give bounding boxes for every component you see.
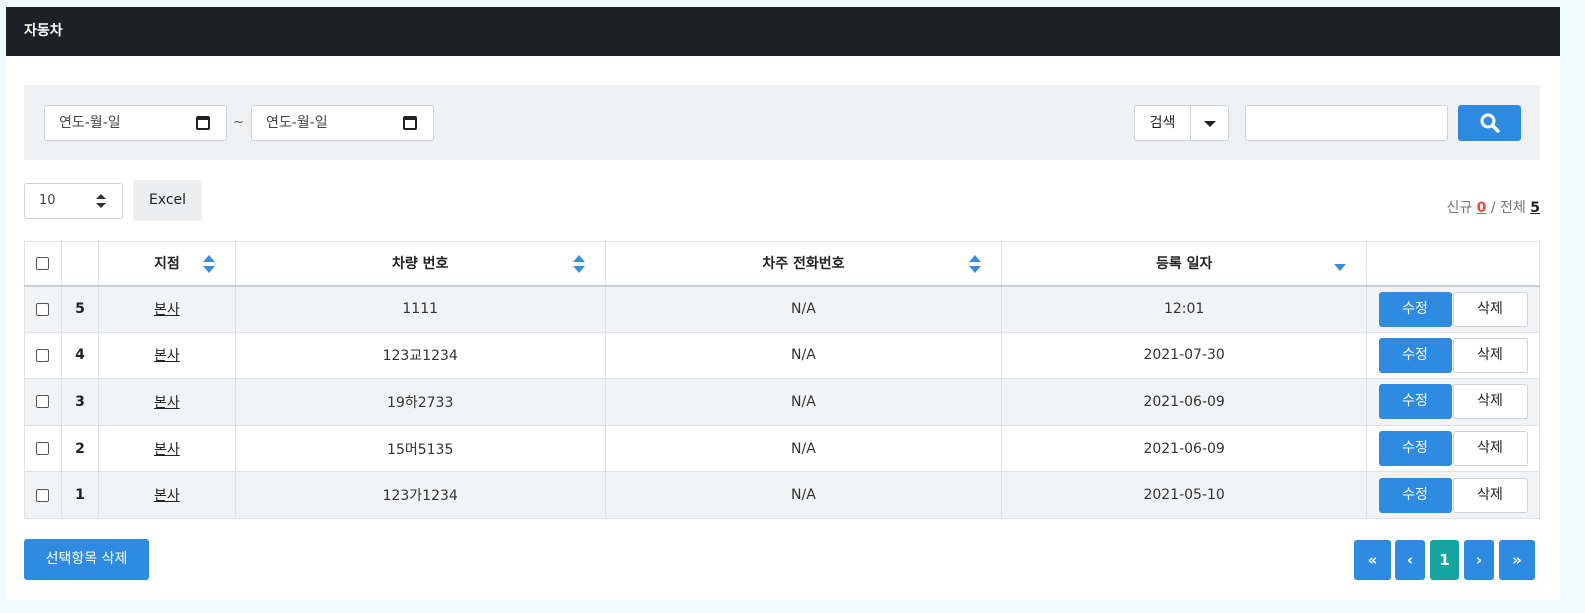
phone-header[interactable]: 차주 전화번호 [604,241,1003,287]
phone-cell: N/A [604,424,1003,473]
actions-header [1366,241,1540,287]
date-to-input[interactable]: 연도-월-일 [251,105,434,141]
row-number: 3 [60,378,99,426]
car-table: 지점 차량 번호 차주 전화번호 등록 일자 5 본사 1111 N/A 12:… [24,241,1540,519]
plate-cell: 15머5135 [234,424,606,473]
row-checkbox[interactable] [36,348,50,362]
pagination-first-button[interactable]: « [1354,540,1391,580]
row-number: 2 [60,424,99,473]
pagination-last-button[interactable]: » [1499,540,1535,580]
excel-button[interactable]: Excel [133,180,202,221]
sort-desc-icon[interactable] [1334,264,1347,271]
row-checkbox[interactable] [36,302,50,316]
date-from-input[interactable]: 연도-월-일 [44,105,227,141]
table-row: 3 본사 19하2733 N/A 2021-06-09 수정 삭제 [24,378,1540,426]
edit-button[interactable]: 수정 [1378,477,1452,513]
search-button[interactable] [1458,105,1521,141]
edit-button[interactable]: 수정 [1378,291,1452,327]
record-counts: 신규 0 / 전체 5 [1446,197,1540,217]
total-count: 5 [1530,200,1540,216]
table-row: 2 본사 15머5135 N/A 2021-06-09 수정 삭제 [24,424,1540,473]
branch-header[interactable]: 지점 [97,241,236,287]
pagination-page-1[interactable]: 1 [1430,540,1459,580]
delete-button[interactable]: 삭제 [1452,384,1528,420]
number-header [60,241,99,287]
row-number: 1 [60,471,99,519]
date-cell: 2021-06-09 [1001,424,1368,473]
date-header-label: 등록 일자 [1155,256,1213,273]
delete-selected-button[interactable]: 선택항목 삭제 [24,539,149,580]
calendar-icon[interactable] [403,116,417,130]
select-all-checkbox[interactable] [36,256,50,270]
plate-cell: 19하2733 [234,378,606,426]
search-icon [1480,113,1500,133]
delete-button[interactable]: 삭제 [1452,291,1528,327]
row-checkbox[interactable] [36,442,50,456]
date-to-placeholder: 연도-월-일 [266,115,328,131]
caret-down-icon[interactable] [1204,121,1216,127]
filter-bar: 연도-월-일 ~ 연도-월-일 검색 [24,85,1540,160]
date-header[interactable]: 등록 일자 [1001,241,1368,287]
sort-icon[interactable] [202,255,215,273]
pagination-prev-button[interactable]: ‹ [1395,540,1425,580]
delete-button[interactable]: 삭제 [1452,477,1528,513]
row-checkbox[interactable] [36,395,50,409]
plate-cell: 1111 [234,285,606,333]
row-checkbox[interactable] [36,488,50,502]
delete-button[interactable]: 삭제 [1452,431,1528,467]
date-cell: 2021-06-09 [1001,378,1368,426]
branch-link[interactable]: 본사 [154,348,180,364]
count-separator: / [1490,200,1496,216]
select-all-header [24,241,62,287]
date-from-placeholder: 연도-월-일 [59,115,121,131]
plate-cell: 123가1234 [234,471,606,519]
panel-title: 자동차 [6,7,1560,56]
phone-cell: N/A [604,471,1003,519]
branch-link[interactable]: 본사 [154,302,180,318]
search-type-label: 검색 [1135,106,1191,140]
pagination-next-button[interactable]: › [1464,540,1494,580]
sort-icon [96,194,106,208]
row-number: 5 [60,285,99,333]
calendar-icon[interactable] [196,116,210,130]
edit-button[interactable]: 수정 [1378,431,1452,467]
row-number: 4 [60,331,99,380]
branch-link[interactable]: 본사 [154,395,180,411]
table-header-row: 지점 차량 번호 차주 전화번호 등록 일자 [24,241,1540,287]
plate-header[interactable]: 차량 번호 [234,241,606,287]
new-label: 신규 [1446,200,1473,216]
car-panel: 자동차 연도-월-일 ~ 연도-월-일 검색 10 Excel 신규 0 / 전… [6,7,1560,600]
table-row: 4 본사 123교1234 N/A 2021-07-30 수정 삭제 [24,331,1540,380]
phone-cell: N/A [604,331,1003,380]
delete-button[interactable]: 삭제 [1452,337,1528,373]
table-row: 5 본사 1111 N/A 12:01 수정 삭제 [24,285,1540,333]
table-row: 1 본사 123가1234 N/A 2021-05-10 수정 삭제 [24,471,1540,519]
page-size-value: 10 [39,193,56,208]
date-cell: 2021-07-30 [1001,331,1368,380]
total-label: 전체 [1500,200,1526,216]
date-cell: 2021-05-10 [1001,471,1368,519]
plate-header-label: 차량 번호 [391,256,449,273]
date-range-separator: ~ [233,115,244,130]
edit-button[interactable]: 수정 [1378,337,1452,373]
branch-header-label: 지점 [154,256,180,273]
sort-icon[interactable] [572,255,585,273]
branch-link[interactable]: 본사 [154,442,180,458]
page-size-select[interactable]: 10 [24,183,123,219]
plate-cell: 123교1234 [234,331,606,380]
branch-link[interactable]: 본사 [154,488,180,504]
date-cell: 12:01 [1001,285,1368,333]
phone-cell: N/A [604,378,1003,426]
sort-icon[interactable] [969,255,982,273]
search-input[interactable] [1245,105,1448,141]
edit-button[interactable]: 수정 [1378,384,1452,420]
search-type-dropdown[interactable]: 검색 [1134,105,1229,141]
new-count: 0 [1476,200,1487,216]
phone-cell: N/A [604,285,1003,333]
phone-header-label: 차주 전화번호 [762,256,845,273]
